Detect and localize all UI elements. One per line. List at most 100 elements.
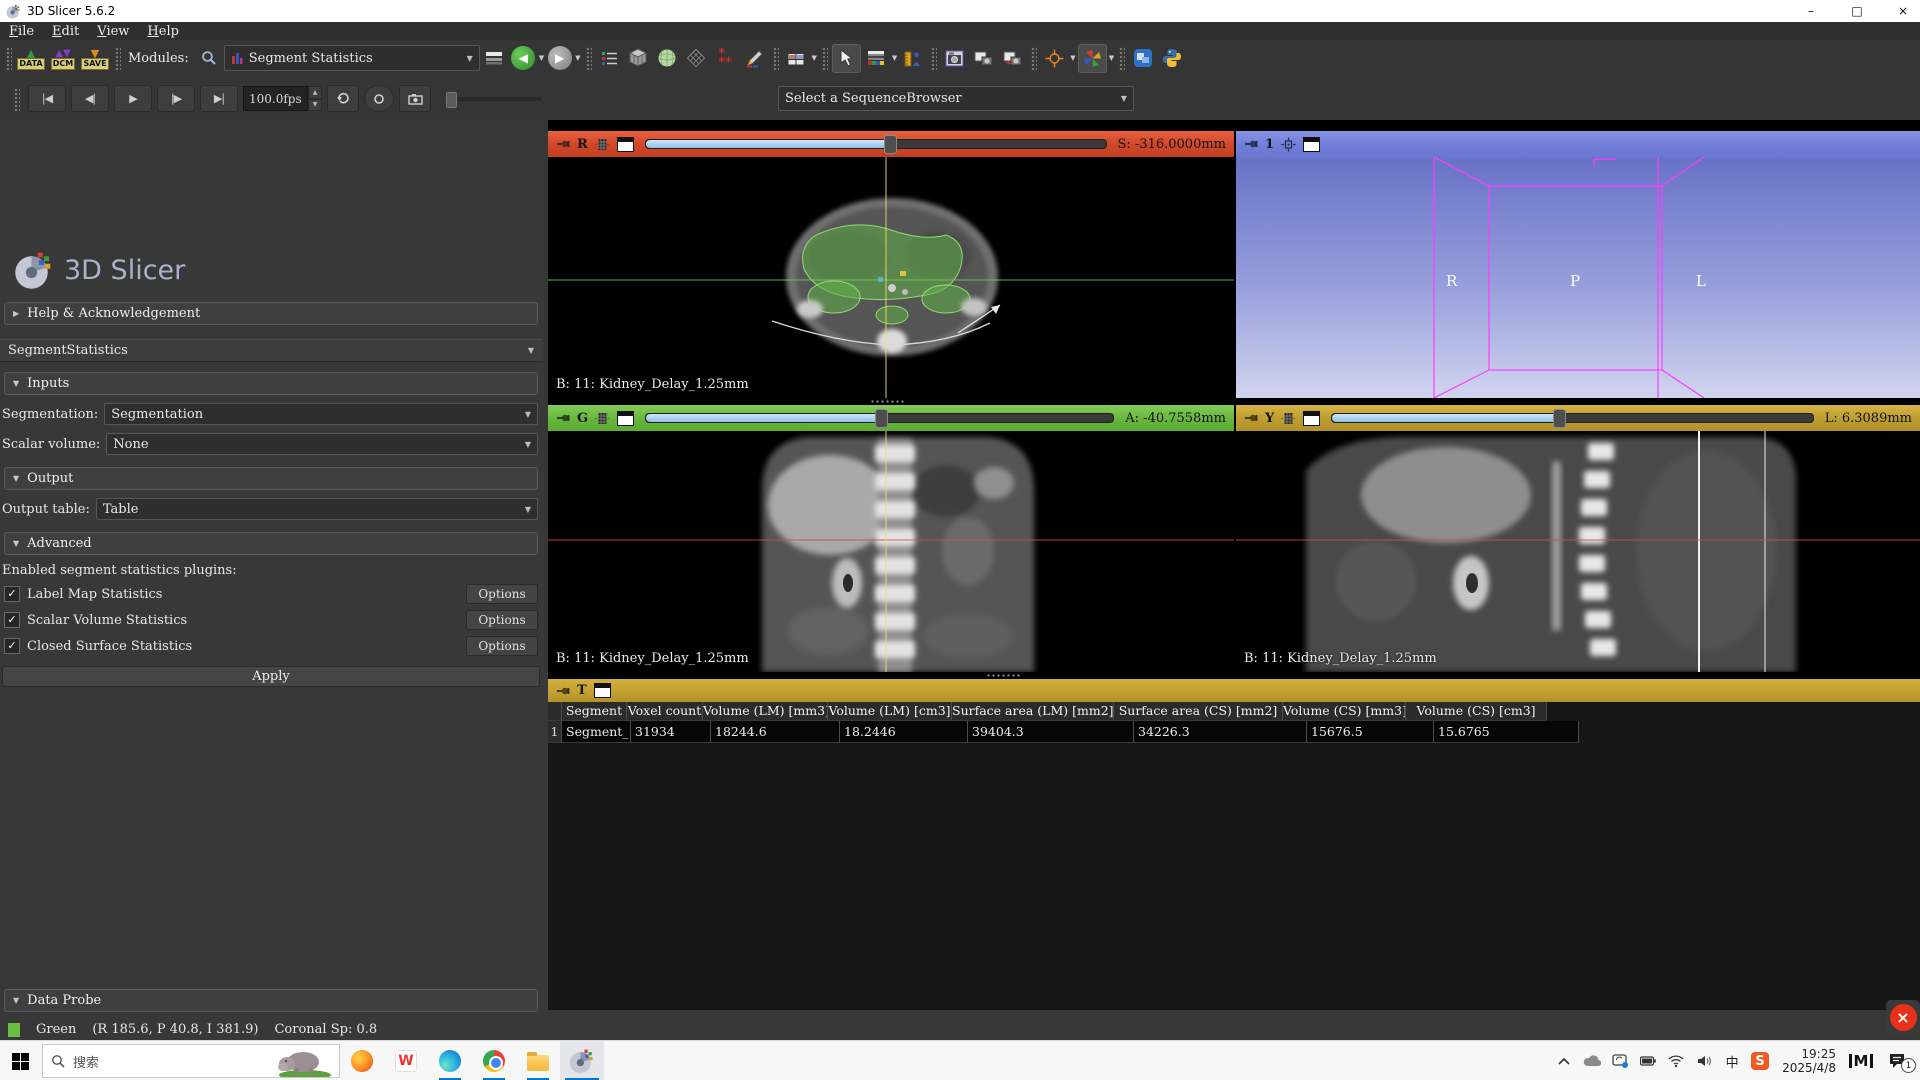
pin-icon[interactable] (556, 411, 570, 425)
layout-selector-button[interactable] (783, 45, 810, 72)
toolbar-grip[interactable] (930, 46, 937, 70)
tray-chevron-icon[interactable] (1552, 1041, 1576, 1080)
menu-view[interactable]: View (88, 24, 138, 39)
battery-icon[interactable] (1636, 1041, 1660, 1080)
pin-icon[interactable] (1244, 137, 1258, 151)
toolbar-grip[interactable] (1118, 46, 1125, 70)
col-volume-cs-cm3[interactable]: Volume (CS) [cm3] (1406, 702, 1547, 721)
seq-record-button[interactable] (364, 85, 394, 112)
taskbar-firefox[interactable] (340, 1041, 384, 1080)
dicom-button[interactable]: ▲▼ DCM (50, 46, 76, 70)
col-surface-cs-mm2[interactable]: Surface area (CS) [mm2] (1114, 702, 1283, 721)
segmentation-selector[interactable]: Segmentation▼ (104, 403, 538, 425)
seq-loop-button[interactable] (327, 85, 359, 112)
window-level-dropdown[interactable]: ▼ (892, 54, 897, 62)
toolbar-grip[interactable] (585, 46, 592, 70)
data-probe-section[interactable]: ▼ Data Probe (4, 989, 538, 1012)
seq-last-frame-button[interactable]: ▶| (200, 85, 238, 112)
sequence-browser-selector[interactable]: Select a SequenceBrowser ▼ (778, 86, 1134, 111)
forward-dropdown[interactable]: ▼ (575, 54, 580, 62)
extensions-dropdown[interactable]: ▼ (1109, 54, 1114, 62)
taskbar-clock[interactable]: 19:25 2025/4/8 (1776, 1047, 1842, 1075)
inputs-section[interactable]: ▼ Inputs (4, 372, 538, 395)
taskbar-search[interactable]: 搜索 (42, 1044, 340, 1078)
slice-visibility-icon[interactable] (595, 411, 610, 426)
screen-capture-button[interactable] (941, 45, 968, 72)
pin-icon[interactable] (1244, 411, 1258, 425)
taskbar-chrome[interactable] (472, 1041, 516, 1080)
col-segment[interactable]: Segment (562, 702, 627, 721)
units-button[interactable] (899, 45, 926, 72)
slice-menu-icon[interactable] (617, 137, 634, 152)
action-center-icon[interactable]: 1 (1880, 1041, 1914, 1080)
module-search-button[interactable] (196, 45, 223, 72)
green-slice-view[interactable]: G A: -40.7558mm (548, 405, 1234, 672)
col-volume-lm-cm3[interactable]: Volume (LM) [cm3] (828, 702, 952, 721)
green-offset-slider[interactable] (645, 413, 1114, 423)
col-volume-cs-mm3[interactable]: Volume (CS) [mm3] (1283, 702, 1406, 721)
sequence-index-slider[interactable] (446, 97, 542, 101)
onedrive-cloud-icon[interactable] (1580, 1041, 1604, 1080)
crosshair-dropdown[interactable]: ▼ (1070, 54, 1075, 62)
toolbar-grip[interactable] (1030, 46, 1037, 70)
window-level-button[interactable] (863, 45, 890, 72)
red-offset-slider[interactable] (645, 139, 1107, 149)
menu-file[interactable]: File (0, 24, 43, 39)
slice-menu-icon[interactable] (617, 411, 634, 426)
taskbar-slicer[interactable] (560, 1041, 604, 1080)
view-menu-icon[interactable] (1303, 137, 1320, 152)
close-button[interactable]: × (1880, 0, 1920, 22)
seq-previous-frame-button[interactable]: ◀| (71, 85, 109, 112)
start-button[interactable] (0, 1041, 40, 1080)
wifi-icon[interactable] (1664, 1041, 1688, 1080)
scalar-volume-selector[interactable]: None▼ (106, 433, 538, 455)
closedsurface-options-button[interactable]: Options (466, 636, 538, 656)
history-back-button[interactable]: ◀ (510, 45, 537, 72)
slice-visibility-icon[interactable] (1281, 411, 1296, 426)
pin-icon[interactable] (556, 684, 570, 698)
layout-dropdown[interactable]: ▼ (812, 54, 817, 62)
mouse-interaction-button[interactable] (832, 44, 861, 73)
toolbar-grip[interactable] (821, 46, 828, 70)
center-view-icon[interactable] (1281, 137, 1296, 152)
yellow-slice-view[interactable]: Y L: 6.3089mm (1236, 405, 1920, 672)
slider-knob[interactable] (446, 92, 457, 108)
display-sync-icon[interactable] (1608, 1041, 1632, 1080)
python-console-button[interactable] (1158, 45, 1185, 72)
col-voxel-count[interactable]: Voxel count (627, 702, 703, 721)
toolbar-grip[interactable] (13, 87, 20, 111)
col-volume-lm-mm3[interactable]: Volume (LM) [mm3] (703, 702, 828, 721)
segmentations-module-button[interactable] (654, 45, 681, 72)
module-panel-toggle[interactable] (481, 45, 508, 72)
yellow-slice-image[interactable]: B: 11: Kidney_Delay_1.25mm (1236, 431, 1920, 672)
taskbar-edge[interactable] (428, 1041, 472, 1080)
labelmap-options-button[interactable]: Options (466, 584, 538, 604)
yellow-offset-slider[interactable] (1331, 413, 1813, 423)
minimize-button[interactable]: – (1788, 0, 1834, 22)
module-selector[interactable]: Segment Statistics ▼ (224, 45, 480, 71)
ime-indicator[interactable]: 中 (1720, 1041, 1744, 1080)
slice-visibility-icon[interactable] (595, 137, 610, 152)
slice-menu-icon[interactable] (1303, 411, 1320, 426)
apply-button[interactable]: Apply (2, 666, 540, 687)
seq-first-frame-button[interactable]: |◀ (28, 85, 66, 112)
closedsurface-checkbox[interactable]: ✓ (4, 638, 20, 654)
module-header[interactable]: SegmentStatistics ▼ (0, 339, 542, 362)
floating-close-widget[interactable]: × (1886, 1000, 1920, 1034)
output-table-selector[interactable]: Table▼ (96, 498, 538, 520)
table-row[interactable]: 1 Segment_1 31934 18244.6 18.2446 39404.… (548, 721, 1920, 743)
scalarvolume-options-button[interactable]: Options (466, 610, 538, 630)
sogou-icon[interactable]: S (1748, 1041, 1772, 1080)
menu-edit[interactable]: Edit (43, 24, 88, 39)
col-surface-lm-mm2[interactable]: Surface area (LM) [mm2] (952, 702, 1114, 721)
scalarvolume-checkbox[interactable]: ✓ (4, 612, 20, 628)
red-slice-view[interactable]: R S: -316.0000mm (548, 131, 1234, 398)
sceneview-restore-button[interactable] (999, 45, 1026, 72)
help-acknowledgement-section[interactable]: ▶ Help & Acknowledgement (4, 302, 538, 325)
fps-spinbox[interactable]: 100.0fps ▲▼ (243, 86, 322, 111)
markups-module-button[interactable]: *** (712, 45, 739, 72)
close-icon[interactable]: × (1890, 1004, 1917, 1031)
red-slice-image[interactable]: B: 11: Kidney_Delay_1.25mm (548, 157, 1234, 398)
extension-manager-button[interactable] (1129, 45, 1156, 72)
maximize-button[interactable]: □ (1834, 0, 1880, 22)
